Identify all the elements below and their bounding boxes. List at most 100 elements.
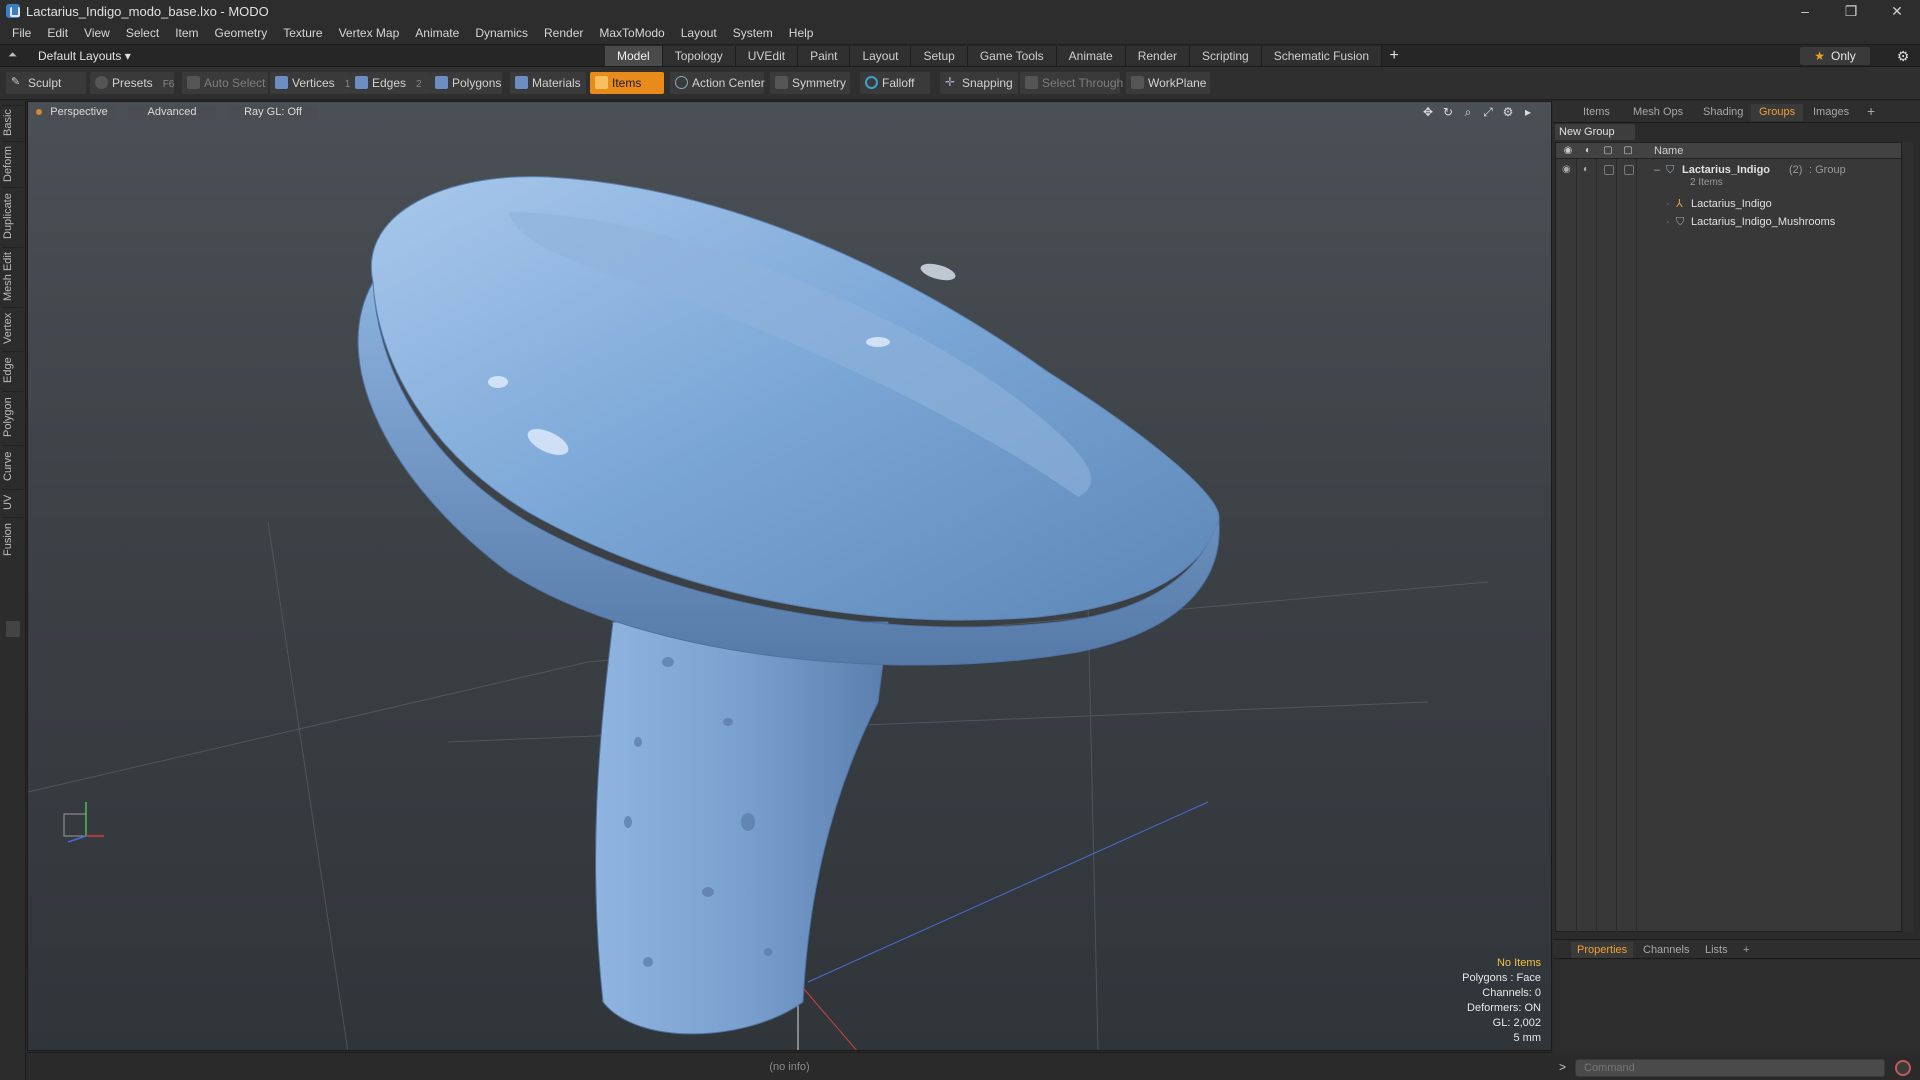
command-input[interactable] <box>1575 1059 1885 1077</box>
menu-system[interactable]: System <box>725 22 781 44</box>
tab-scripting[interactable]: Scripting <box>1190 46 1262 66</box>
group-row[interactable]: ◉ ◐ – ⛉ Lactarius_Indigo (2) : Group <box>1556 161 1901 179</box>
tab-animate[interactable]: Animate <box>1056 46 1126 66</box>
left-tab-vertex[interactable]: Vertex <box>2 307 23 349</box>
record-icon[interactable] <box>1895 1060 1911 1076</box>
render-column-icon[interactable]: ◐ <box>1582 145 1594 157</box>
groups-list[interactable]: ◉ ◐ ▢ ▢ Name ◉ ◐ – ⛉ Lactarius_Indigo (2… <box>1555 142 1902 932</box>
gear-icon[interactable]: ⚙ <box>1894 47 1912 65</box>
select-column-icon[interactable]: ▢ <box>1622 145 1634 157</box>
only-button[interactable]: ★ Only <box>1800 47 1870 65</box>
tab-shading[interactable]: Shading <box>1695 104 1751 121</box>
menu-item[interactable]: Item <box>167 22 206 44</box>
maximize-icon[interactable]: ⤢ <box>1481 105 1495 119</box>
tab-model[interactable]: Model <box>605 46 663 66</box>
3d-viewport[interactable]: Perspective Advanced Ray GL: Off ✥ ↻ ⌕ ⤢… <box>27 101 1552 1051</box>
new-group-button[interactable]: New Group <box>1555 124 1635 140</box>
workplane-button[interactable]: WorkPlane <box>1126 72 1210 94</box>
tab-topology[interactable]: Topology <box>662 46 736 66</box>
tab-paint[interactable]: Paint <box>798 46 851 66</box>
left-tab-deform[interactable]: Deform <box>2 141 23 185</box>
tab-uvedit[interactable]: UVEdit <box>735 46 799 66</box>
restore-button[interactable]: ❐ <box>1828 0 1874 22</box>
menu-dynamics[interactable]: Dynamics <box>467 22 536 44</box>
left-tab-basic[interactable]: Basic <box>2 105 23 139</box>
left-tab-fusion[interactable]: Fusion <box>2 517 23 561</box>
menu-view[interactable]: View <box>76 22 118 44</box>
zoom-icon[interactable]: ⌕ <box>1461 105 1475 119</box>
tab-groups[interactable]: Groups <box>1751 104 1804 121</box>
rotate-icon[interactable]: ↻ <box>1441 105 1455 119</box>
left-tab-polygon[interactable]: Polygon <box>2 391 23 443</box>
close-button[interactable]: ✕ <box>1874 0 1920 22</box>
left-tab-duplicate[interactable]: Duplicate <box>2 187 23 245</box>
minimize-button[interactable]: – <box>1782 0 1828 22</box>
tab-items[interactable]: Items <box>1575 104 1618 121</box>
view-mode-dropdown[interactable]: Perspective <box>44 105 114 120</box>
group-child-row[interactable]: · ⛉ Lactarius_Indigo_Mushrooms <box>1556 213 1901 231</box>
snapping-button[interactable]: ✛ Snapping <box>940 72 1018 94</box>
tab-images[interactable]: Images <box>1805 104 1857 121</box>
tab-layout[interactable]: Layout <box>850 46 912 66</box>
action-center-button[interactable]: Action Center <box>670 72 765 94</box>
falloff-button[interactable]: Falloff <box>860 72 930 94</box>
menu-select[interactable]: Select <box>118 22 167 44</box>
menu-layout[interactable]: Layout <box>673 22 725 44</box>
tab-schematic-fusion[interactable]: Schematic Fusion <box>1261 46 1383 66</box>
symmetry-button[interactable]: Symmetry <box>770 72 850 94</box>
polygons-button[interactable]: Polygons <box>430 72 502 94</box>
lock-checkbox[interactable] <box>1604 165 1614 175</box>
layouts-dropdown[interactable]: Default Layouts ▾ <box>30 45 139 67</box>
tab-lists[interactable]: Lists <box>1699 942 1734 958</box>
collapse-icon[interactable]: – <box>1654 161 1660 179</box>
menu-vertex-map[interactable]: Vertex Map <box>331 22 408 44</box>
materials-button[interactable]: Materials <box>510 72 586 94</box>
hud-polygons: Polygons : Face <box>1462 972 1541 984</box>
menu-file[interactable]: File <box>4 22 39 44</box>
viewport-menu-dot[interactable] <box>36 109 42 115</box>
select-checkbox[interactable] <box>1624 165 1634 175</box>
left-tab-edge[interactable]: Edge <box>2 351 23 389</box>
left-panel-toggle[interactable] <box>6 621 20 637</box>
tab-game-tools[interactable]: Game Tools <box>967 46 1057 66</box>
tab-setup[interactable]: Setup <box>911 46 968 66</box>
tab-render[interactable]: Render <box>1125 46 1191 66</box>
group-child-row[interactable]: · ⅄ Lactarius_Indigo <box>1556 195 1901 213</box>
shading-dropdown[interactable]: Advanced <box>128 105 216 120</box>
select-through-button[interactable]: Select Through <box>1020 72 1123 94</box>
tab-properties[interactable]: Properties <box>1571 942 1634 958</box>
menu-animate[interactable]: Animate <box>407 22 467 44</box>
pan-icon[interactable]: ✥ <box>1421 105 1435 119</box>
visibility-column-icon[interactable]: ◉ <box>1562 145 1574 157</box>
name-column-header[interactable]: Name <box>1654 143 1683 159</box>
menu-texture[interactable]: Texture <box>275 22 330 44</box>
tab-mesh-ops[interactable]: Mesh Ops <box>1625 104 1691 121</box>
menu-geometry[interactable]: Geometry <box>207 22 276 44</box>
edges-button[interactable]: Edges 2 <box>350 72 430 94</box>
add-panel-tab-icon[interactable]: + <box>1867 103 1875 119</box>
menu-help[interactable]: Help <box>781 22 822 44</box>
add-tab-button[interactable]: + <box>1382 46 1406 66</box>
menu-edit[interactable]: Edit <box>39 22 76 44</box>
menu-render[interactable]: Render <box>536 22 591 44</box>
items-button[interactable]: Items <box>590 72 664 94</box>
render-toggle-icon[interactable]: ◐ <box>1583 164 1595 176</box>
left-tab-uv[interactable]: UV <box>2 489 23 515</box>
vertices-button[interactable]: Vertices 1 <box>270 72 350 94</box>
raygl-toggle[interactable]: Ray GL: Off <box>228 105 318 120</box>
auto-select-button[interactable]: Auto Select <box>182 72 268 94</box>
left-tab-mesh-edit[interactable]: Mesh Edit <box>2 247 23 305</box>
viewport-expand-icon[interactable]: ▸ <box>1521 105 1535 119</box>
eye-icon[interactable]: ◉ <box>1562 164 1574 176</box>
viewport-settings-icon[interactable]: ⚙ <box>1501 105 1515 119</box>
pin-icon[interactable]: ⏶ <box>8 49 20 61</box>
add-props-tab-icon[interactable]: + <box>1737 942 1755 958</box>
groups-scrollbar[interactable] <box>1903 142 1913 932</box>
tab-channels[interactable]: Channels <box>1637 942 1695 958</box>
brush-icon: ✎ <box>11 76 21 88</box>
sculpt-button[interactable]: ✎ Sculpt <box>6 72 86 94</box>
left-tab-curve[interactable]: Curve <box>2 445 23 487</box>
presets-button[interactable]: Presets F6 <box>90 72 174 94</box>
menu-maxtomodo[interactable]: MaxToModo <box>591 22 672 44</box>
lock-column-icon[interactable]: ▢ <box>1602 145 1614 157</box>
